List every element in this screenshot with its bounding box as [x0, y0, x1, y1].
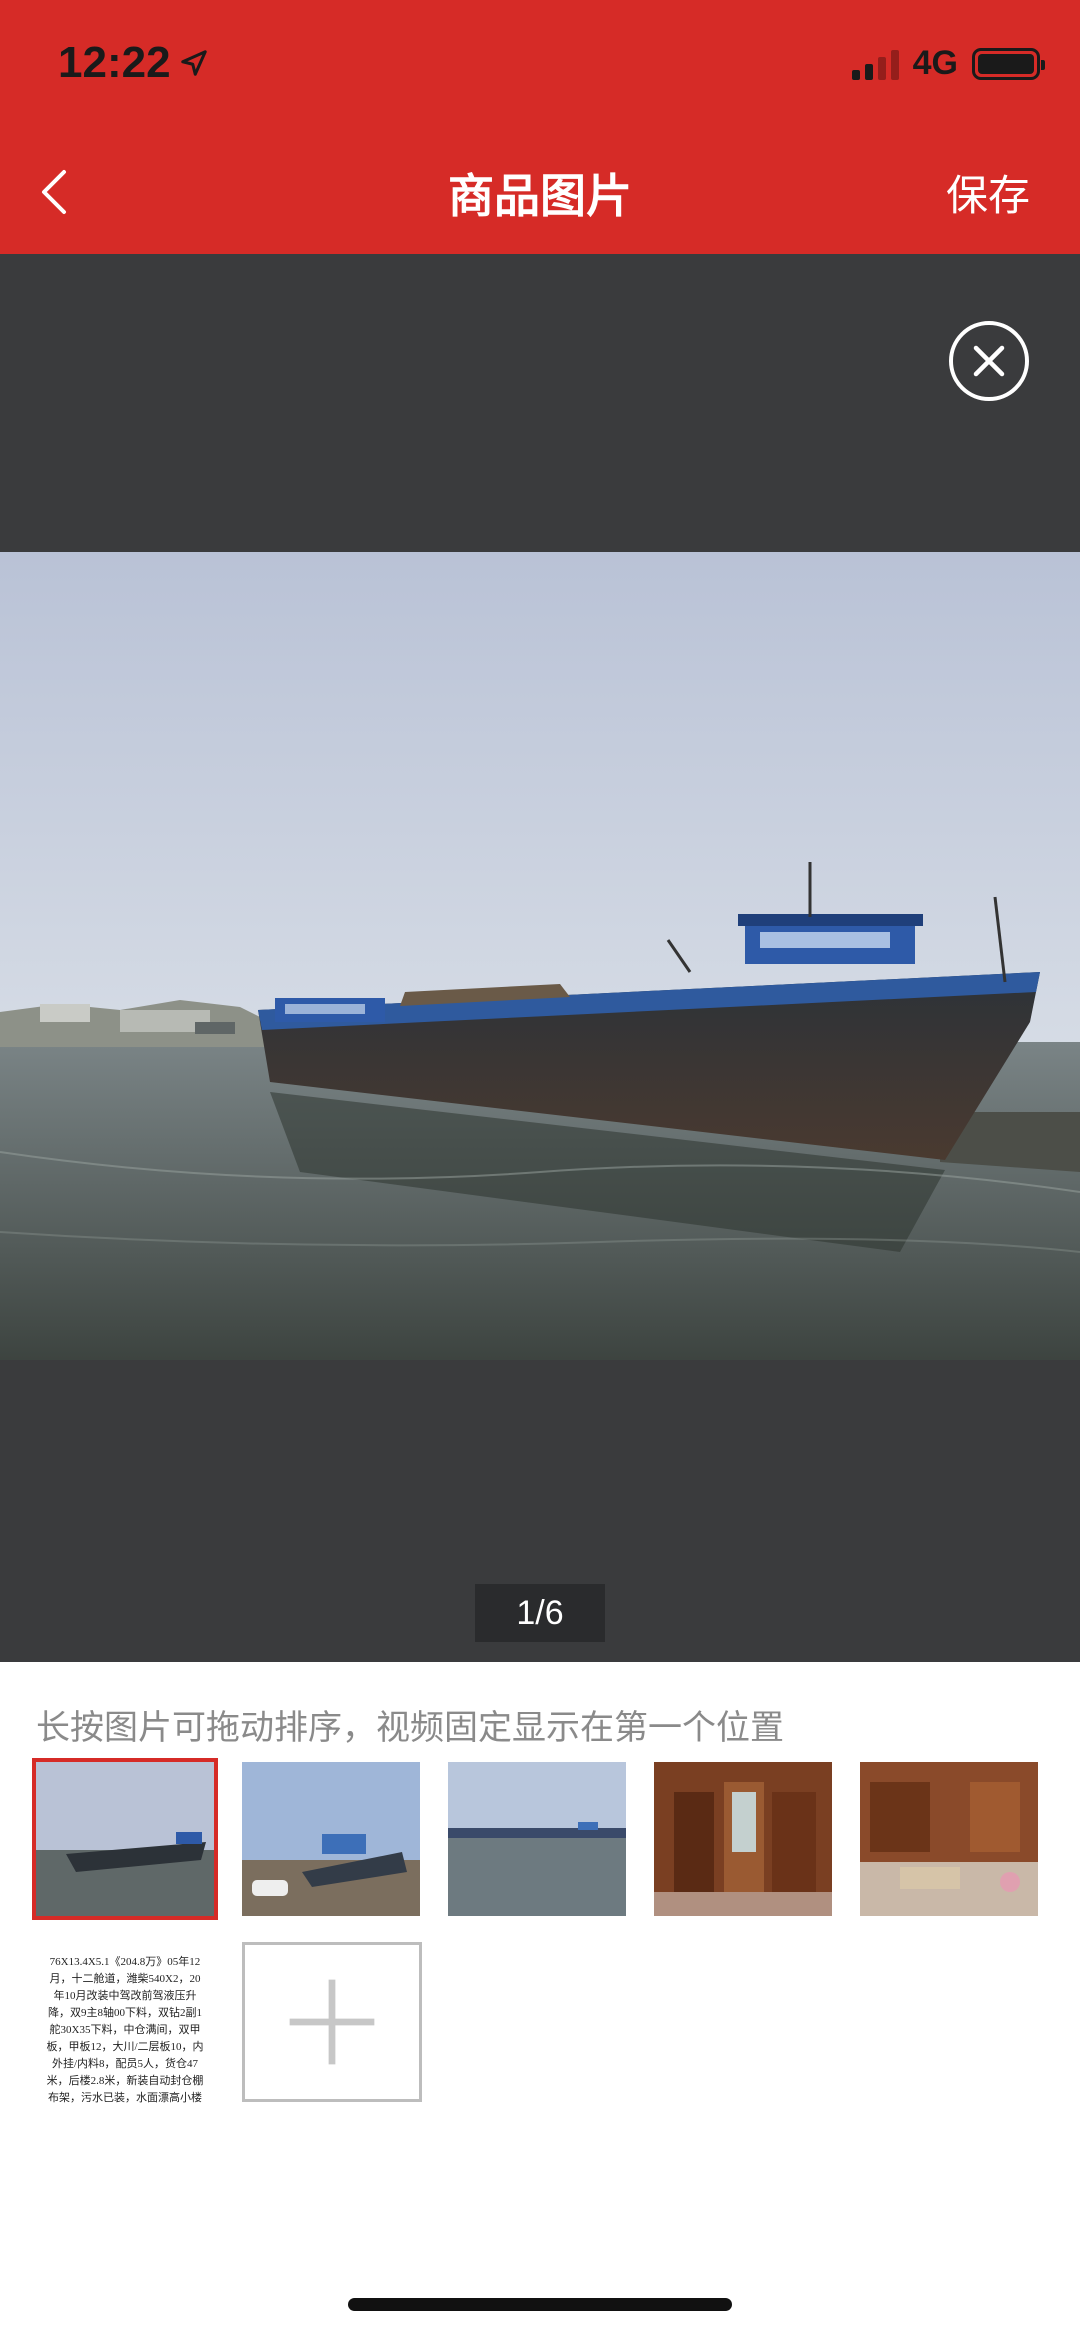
status-time: 12:22 [58, 38, 209, 88]
add-image-button[interactable] [242, 1942, 422, 2102]
page-title: 商品图片 [448, 170, 632, 222]
thumbnail-4[interactable] [654, 1762, 832, 1916]
battery-icon [972, 47, 1045, 80]
signal-bars-icon [851, 48, 899, 80]
image-viewer: 1/6 [0, 254, 1080, 1662]
ship-shore-thumb [242, 1762, 420, 1916]
thumbnail-panel: 长按图片可拖动排序，视频固定显示在第一个位置 76X13.4X5.1《204.8… [0, 1662, 1080, 2339]
thumbnail-5[interactable] [860, 1762, 1038, 1916]
cargo-ship-image [0, 552, 1080, 1360]
time-text: 12:22 [58, 38, 171, 87]
cabin-interior-thumb [654, 1762, 832, 1916]
reorder-hint: 长按图片可拖动排序，视频固定显示在第一个位置 [36, 1709, 784, 1747]
image-counter: 1/6 [475, 1584, 605, 1642]
thumbnail-1[interactable] [32, 1758, 218, 1920]
status-bar: 12:22 4G [0, 0, 1080, 130]
living-room-thumb [860, 1762, 1038, 1916]
network-type: 4G [912, 44, 958, 82]
home-indicator[interactable] [348, 2298, 732, 2311]
main-photo[interactable] [0, 552, 1080, 1360]
close-circle-icon[interactable] [948, 320, 1030, 402]
thumbnail-3[interactable] [448, 1762, 626, 1916]
nav-bar: 商品图片 保存 [0, 130, 1080, 254]
thumbnail-6-note[interactable]: 76X13.4X5.1《204.8万》05年12月，十二舱道，潍柴540X2，2… [36, 1946, 214, 2106]
thumbnail-2[interactable] [242, 1762, 420, 1916]
status-indicators: 4G [851, 44, 1045, 83]
save-button[interactable]: 保存 [946, 162, 1030, 223]
plus-icon [289, 1979, 375, 2065]
ship-distant-thumb [448, 1762, 626, 1916]
location-arrow-icon [180, 50, 207, 76]
cargo-ship-thumb [36, 1762, 214, 1916]
